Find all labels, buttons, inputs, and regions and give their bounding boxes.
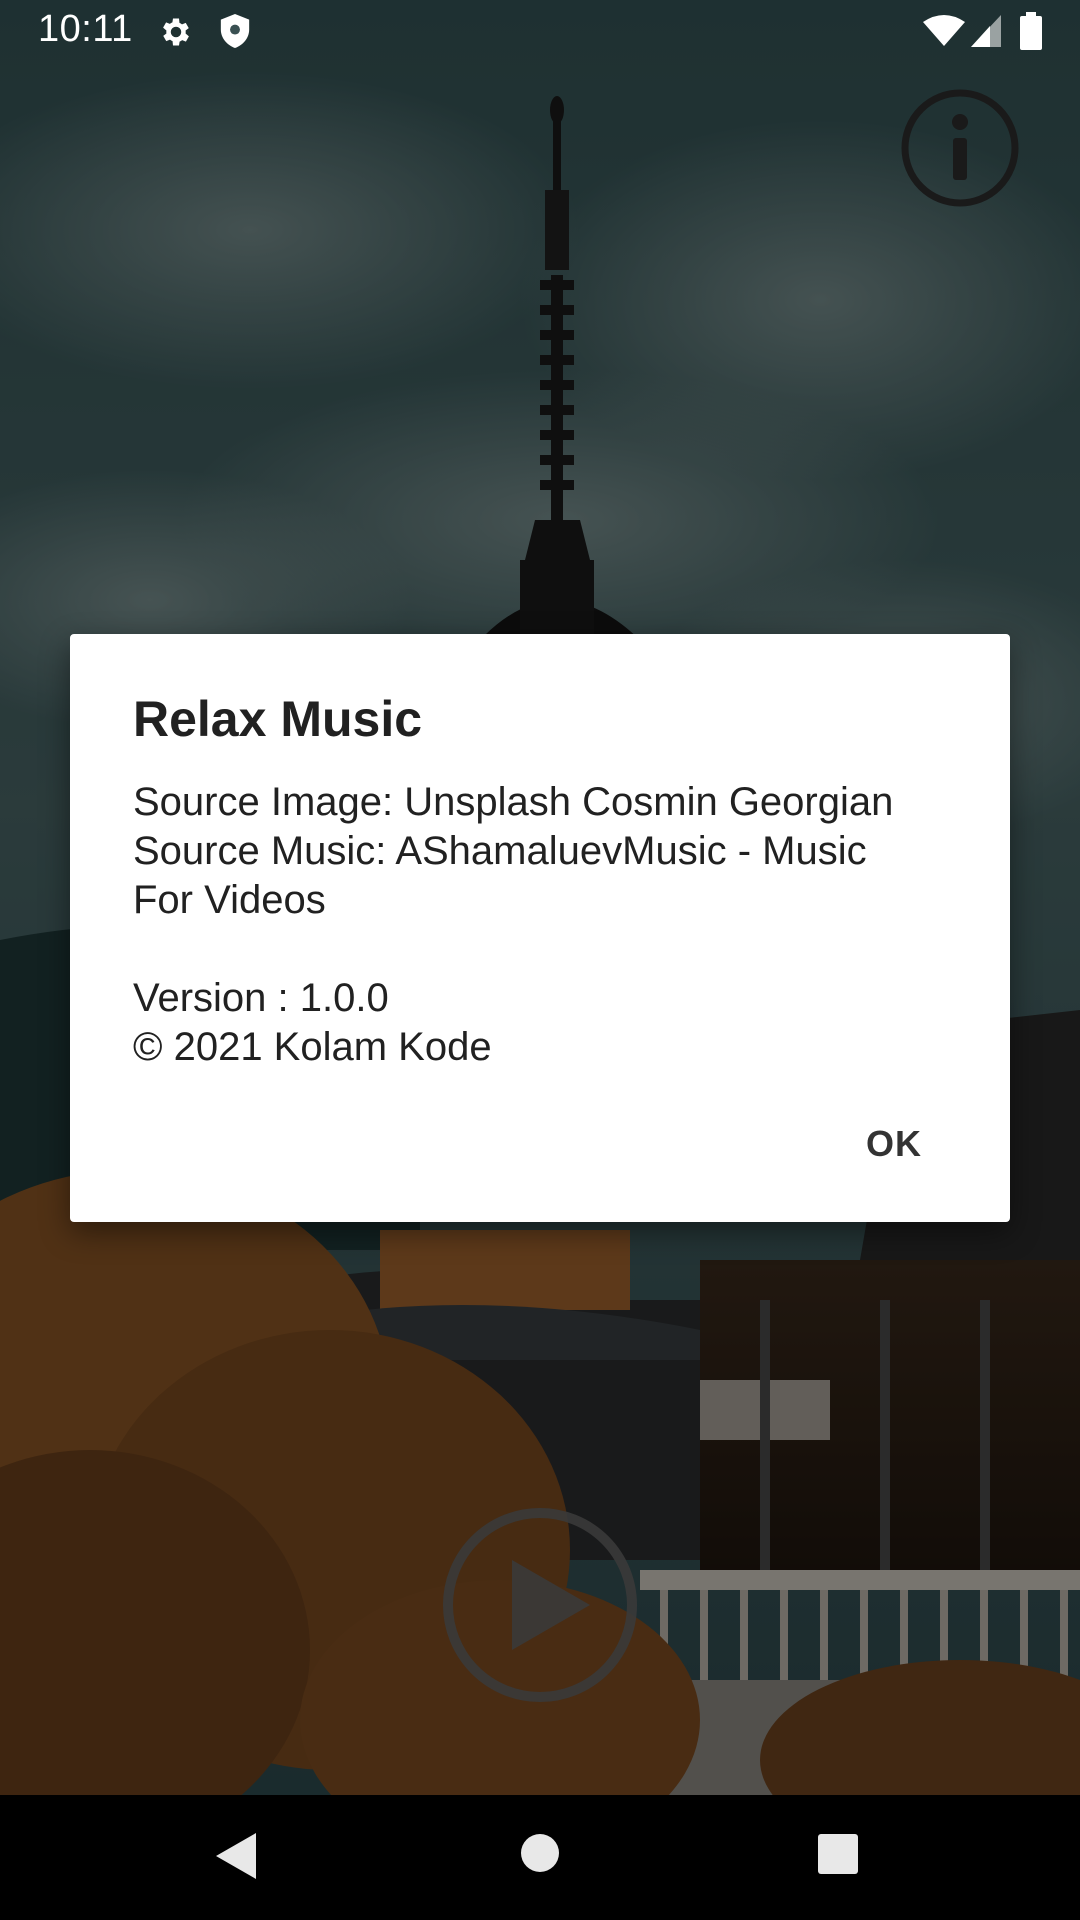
home-button[interactable] (520, 1833, 560, 1878)
dialog-title: Relax Music (133, 691, 423, 747)
back-button[interactable] (214, 1831, 258, 1886)
settings-icon (158, 14, 194, 55)
dialog-blank-line (133, 925, 963, 974)
status-time: 10:11 (38, 8, 133, 50)
home-icon (521, 1834, 559, 1872)
about-dialog: Relax Music Source Image: Unsplash Cosmi… (70, 634, 1010, 1222)
play-icon (443, 1508, 637, 1702)
play-button[interactable] (440, 1505, 640, 1705)
cell-signal-icon (970, 14, 1002, 53)
back-icon (216, 1833, 256, 1879)
dialog-line-source-music-cont: For Videos (133, 878, 326, 922)
info-icon (901, 89, 1019, 207)
ok-button[interactable]: OK (848, 1114, 940, 1174)
dialog-line-version: Version : 1.0.0 (133, 976, 389, 1020)
info-button[interactable] (900, 88, 1020, 208)
recents-icon (818, 1834, 858, 1874)
wifi-icon (922, 14, 966, 53)
dialog-message: Source Image: Unsplash Cosmin Georgian S… (133, 778, 963, 1072)
status-bar: 10:11 (0, 0, 1080, 63)
app-screen: 10:11 Relax Music Source Image: Unsplash… (0, 0, 1080, 1920)
battery-icon (1020, 12, 1042, 55)
dialog-line-copyright: © 2021 Kolam Kode (133, 1025, 492, 1069)
navigation-bar (0, 1795, 1080, 1920)
recents-button[interactable] (817, 1833, 859, 1880)
dialog-line-source-music: Source Music: AShamaluevMusic - Music (133, 829, 867, 873)
shield-icon (218, 12, 252, 55)
dialog-line-source-image: Source Image: Unsplash Cosmin Georgian (133, 780, 894, 824)
